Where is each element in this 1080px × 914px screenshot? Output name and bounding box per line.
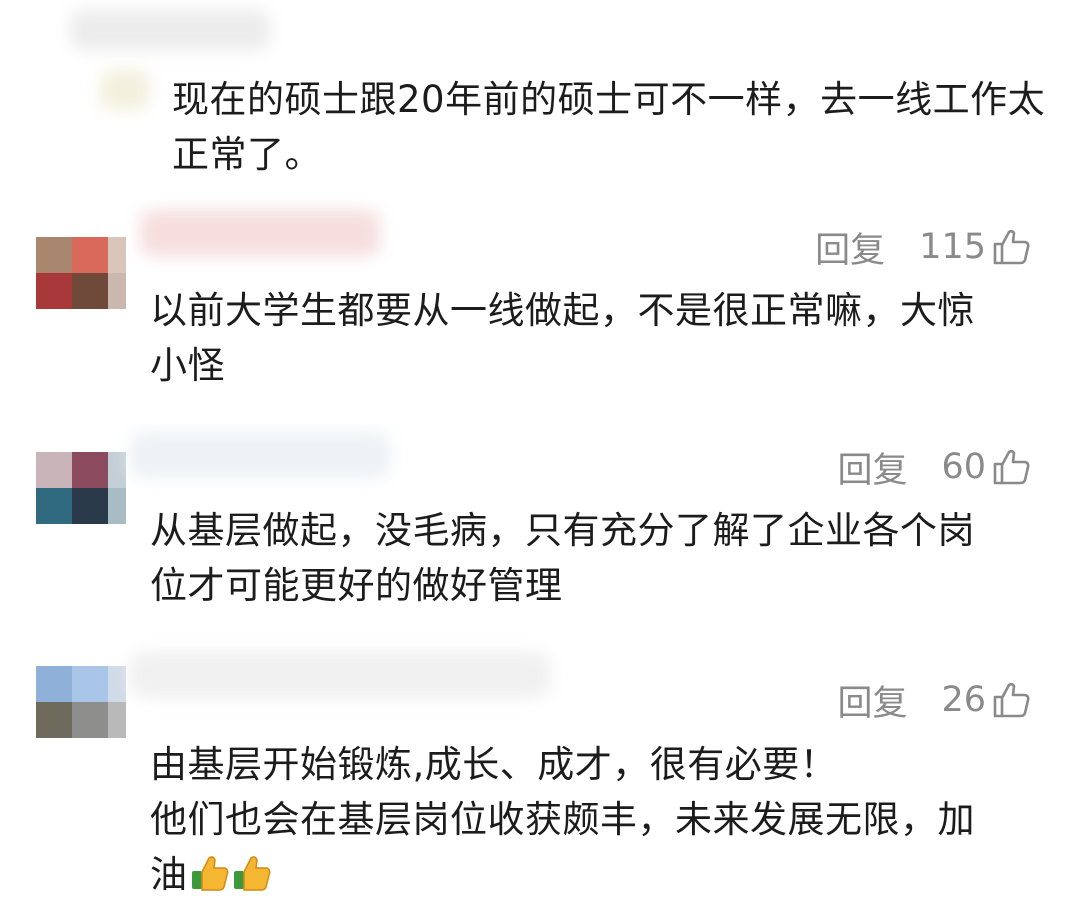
thumbs-up-icon[interactable] — [992, 680, 1032, 720]
like-count: 115 — [919, 227, 986, 267]
reply-button[interactable]: 回复 — [837, 442, 907, 493]
avatar-pixel — [36, 488, 72, 524]
comment-text: 从基层做起，没毛病，只有充分了解了企业各个岗 位才可能更好的做好管理 — [150, 509, 975, 607]
thumbs-up-icon[interactable] — [992, 227, 1032, 267]
thumbs-up-emoji-icon — [233, 856, 270, 891]
comment-text-body: 由基层开始锻炼,成长、成才，很有必要！ 他们也会在基层岗位收获颇丰，未来发展无限… — [150, 743, 975, 896]
like-count: 26 — [941, 680, 986, 720]
redacted-username[interactable] — [140, 210, 380, 256]
comment-actions: 回复 26 — [837, 675, 1032, 725]
thumbs-up-icon[interactable] — [992, 447, 1032, 487]
avatar-pixel — [108, 666, 126, 702]
redacted-username[interactable] — [130, 652, 550, 698]
redacted-username[interactable] — [130, 432, 390, 478]
avatar-pixel — [36, 702, 72, 738]
avatar-pixel — [72, 273, 108, 309]
avatar[interactable] — [36, 666, 126, 738]
avatar-pixel — [36, 452, 72, 488]
thumbs-up-emoji-icon — [191, 856, 228, 891]
redacted-avatar — [100, 70, 150, 110]
reply-button[interactable]: 回复 — [837, 675, 907, 726]
avatar-pixel — [108, 702, 126, 738]
comment-actions: 回复 60 — [837, 442, 1032, 492]
comment-text: 由基层开始锻炼,成长、成才，很有必要！ 他们也会在基层岗位收获颇丰，未来发展无限… — [150, 737, 1050, 902]
avatar-pixel — [72, 237, 108, 273]
like-count: 60 — [941, 447, 986, 487]
comment-text: 以前大学生都要从一线做起，不是很正常嘛，大惊 小怪 — [150, 289, 975, 387]
reply-button[interactable]: 回复 — [815, 222, 885, 273]
avatar-pixel — [36, 273, 72, 309]
avatar-pixel — [36, 666, 72, 702]
avatar-pixel — [72, 702, 108, 738]
comment-text: 现在的硕士跟20年前的硕士可不一样，去一线工作太 正常了。 — [172, 78, 1046, 176]
avatar-pixel — [72, 666, 108, 702]
avatar-pixel — [108, 237, 126, 273]
avatar-pixel — [72, 488, 108, 524]
avatar[interactable] — [36, 237, 126, 309]
avatar-pixel — [36, 237, 72, 273]
avatar-pixel — [108, 273, 126, 309]
avatar-pixel — [108, 452, 126, 488]
avatar[interactable] — [36, 452, 126, 524]
redacted-username — [70, 10, 270, 50]
avatar-pixel — [72, 452, 108, 488]
avatar-pixel — [108, 488, 126, 524]
comment-actions: 回复 115 — [815, 222, 1032, 272]
